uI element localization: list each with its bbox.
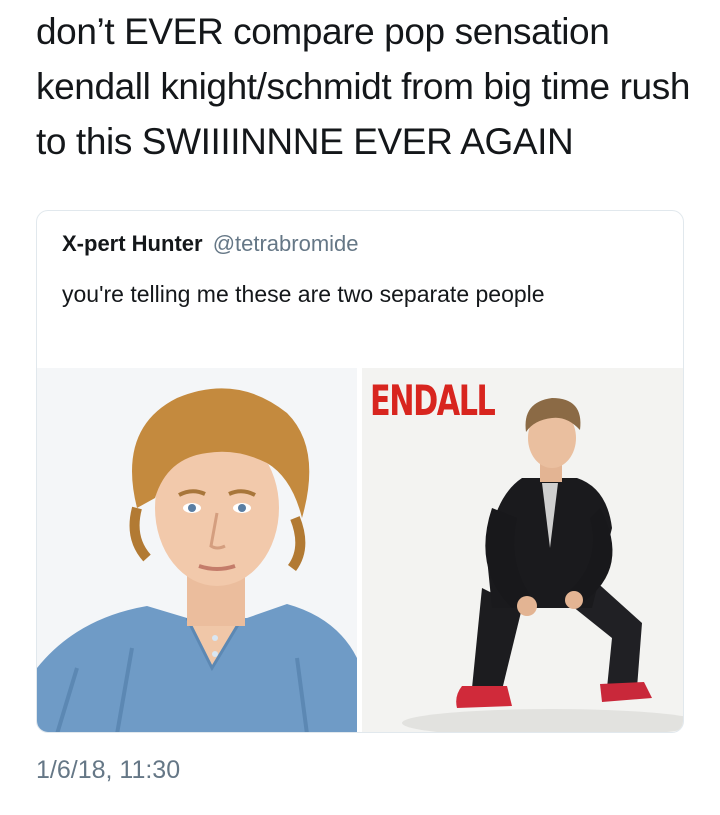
quoted-author-name[interactable]: X-pert Hunter: [62, 231, 203, 256]
tweet-text: don’t EVER compare pop sensation kendall…: [36, 11, 690, 162]
portrait-left-illustration: [37, 368, 357, 732]
quoted-author-handle[interactable]: @tetrabromide: [213, 231, 359, 256]
quoted-tweet-card[interactable]: X-pert Hunter @tetrabromide you're telli…: [36, 210, 684, 733]
media-image-left[interactable]: [37, 368, 357, 732]
image-overlay-text: ENDALL: [370, 376, 496, 425]
media-image-right[interactable]: ENDALL: [362, 368, 683, 732]
quoted-tweet-header: X-pert Hunter @tetrabromide: [62, 231, 359, 257]
tweet-timestamp[interactable]: 1/6/18, 11:30: [36, 756, 180, 785]
quoted-tweet-text: you're telling me these are two separate…: [62, 281, 545, 307]
